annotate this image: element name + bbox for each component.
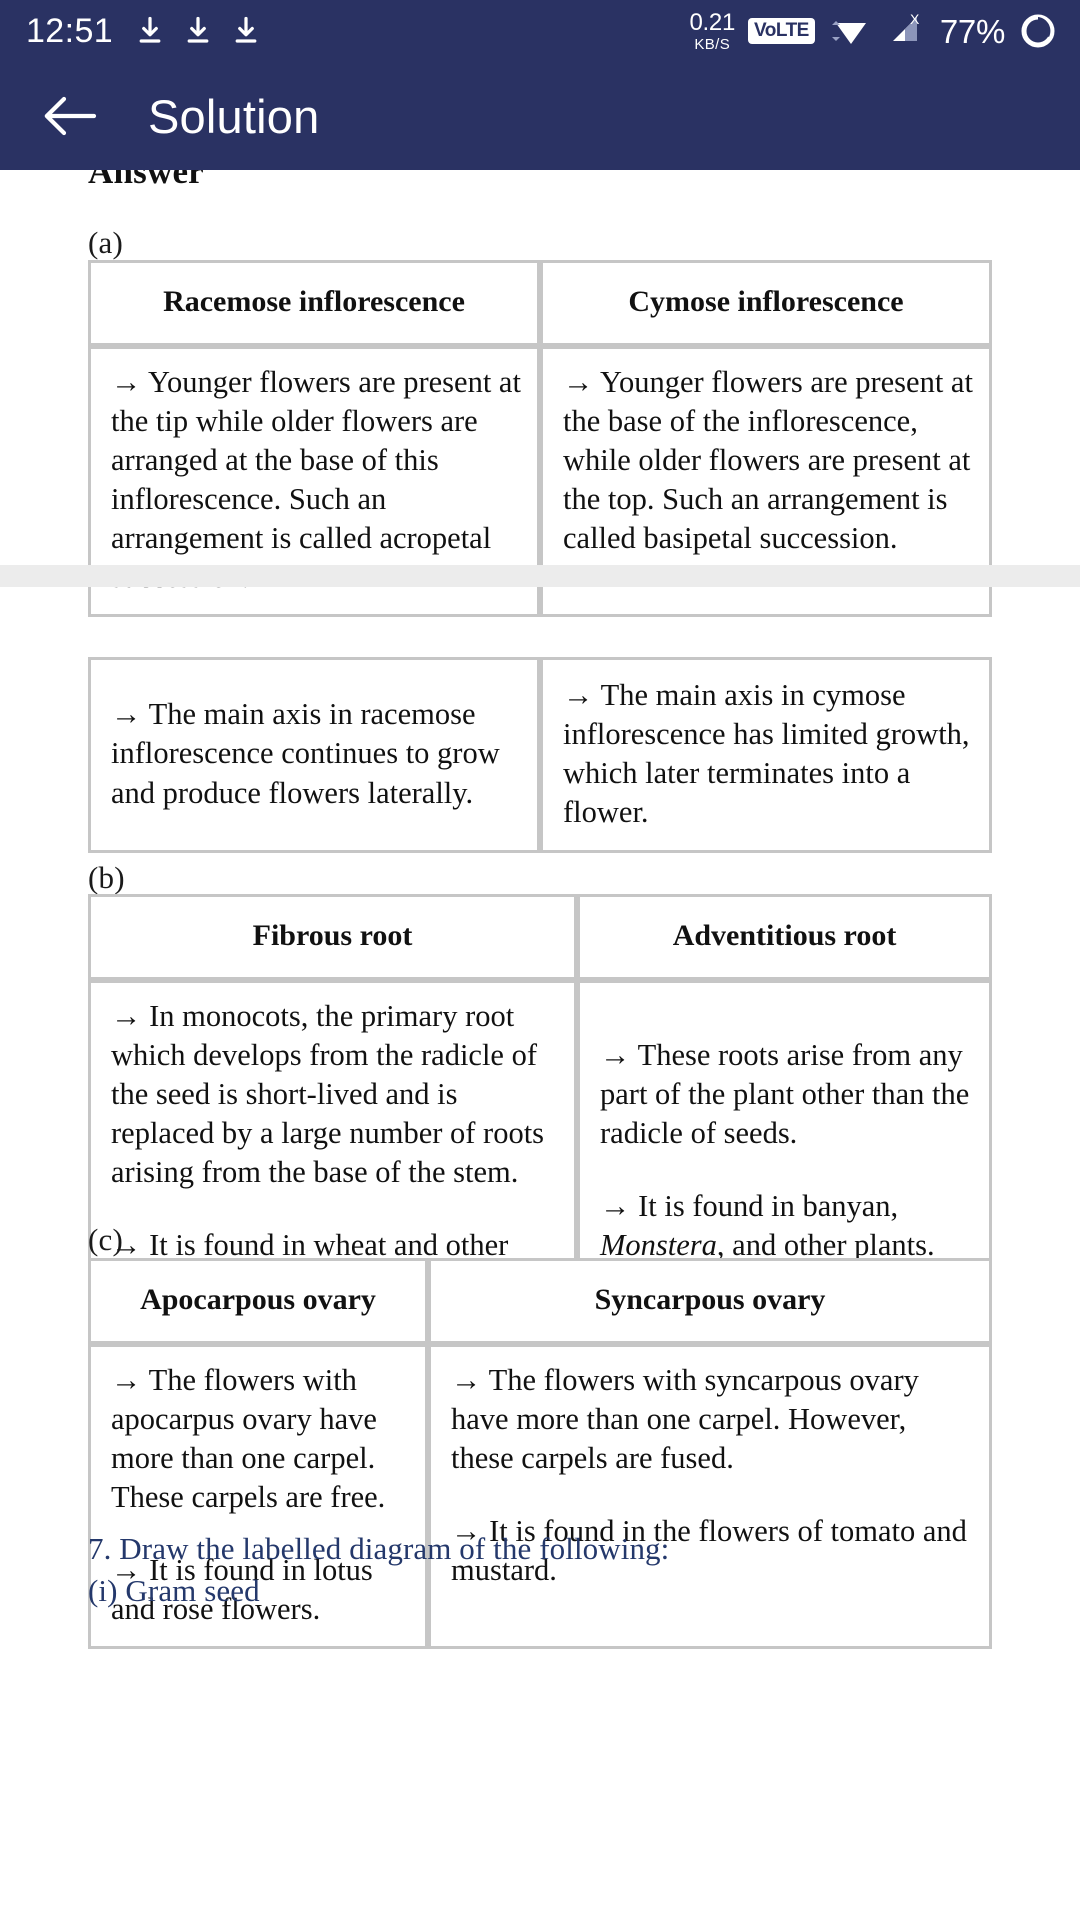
- table-header-cell: Fibrous root: [88, 894, 577, 980]
- page-title: Solution: [148, 89, 320, 143]
- back-arrow-icon[interactable]: [42, 93, 98, 139]
- answer-heading: Answer: [88, 170, 204, 191]
- table-cell: → The main axis in racemose inflorescenc…: [88, 657, 540, 853]
- table-header-cell: Adventitious root: [577, 894, 992, 980]
- network-speed-indicator: 0.21 KB/S: [689, 8, 735, 53]
- table-row: Racemose inflorescence Cymose infloresce…: [88, 260, 992, 346]
- next-question-block[interactable]: 7. Draw the labelled diagram of the foll…: [88, 1528, 669, 1612]
- app-bar: Solution: [0, 62, 1080, 170]
- signal-no-sim-icon: X: [892, 11, 920, 41]
- download-icons-group: [135, 14, 261, 48]
- cell-paragraph: → The flowers with syncarpous ovary have…: [451, 1362, 919, 1475]
- status-bar: 12:51 0.21 KB/S VoLTE X 77%: [0, 0, 1080, 62]
- wifi-icon: [831, 21, 866, 44]
- section-label-b: (b): [88, 860, 125, 895]
- table-header-cell: Racemose inflorescence: [88, 260, 540, 346]
- table-row: Fibrous root Adventitious root: [88, 894, 992, 980]
- cell-paragraph: → It is found in banyan, Monstera, and o…: [600, 1187, 973, 1265]
- next-question-text: 7. Draw the labelled diagram of the foll…: [88, 1531, 670, 1566]
- svg-text:X: X: [910, 11, 920, 27]
- battery-charging-icon: [1021, 14, 1055, 48]
- table-cell: → The main axis in cymose inflorescence …: [540, 657, 992, 853]
- cell-paragraph: → The flowers with apocarpus ovary have …: [111, 1362, 386, 1515]
- table-header-cell: Cymose inflorescence: [540, 260, 992, 346]
- download-icon: [139, 16, 161, 43]
- cell-text-a: → It is found in banyan,: [600, 1189, 899, 1224]
- comparison-table-a-continued: → The main axis in racemose inflorescenc…: [88, 657, 992, 853]
- table-header-cell: Apocarpous ovary: [88, 1258, 428, 1344]
- status-right-group: 0.21 KB/S VoLTE X 77%: [689, 8, 1058, 53]
- status-clock: 12:51: [26, 12, 114, 50]
- page-divider-band: [0, 565, 1080, 587]
- volte-badge: VoLTE: [748, 18, 815, 44]
- section-label-a: (a): [88, 225, 124, 260]
- battery-percent-label: 77%: [939, 12, 1005, 50]
- download-icon: [187, 16, 209, 43]
- network-speed-value: 0.21: [689, 8, 735, 36]
- comparison-table-a: Racemose inflorescence Cymose infloresce…: [88, 260, 992, 617]
- network-speed-unit: KB/S: [694, 35, 731, 53]
- solution-document[interactable]: Answer (a) Racemose inflorescence Cymose…: [0, 170, 1080, 1920]
- cell-paragraph: → In monocots, the primary root which de…: [111, 998, 545, 1190]
- next-question-subitem: (i) Gram seed: [88, 1573, 260, 1609]
- table-header-cell: Syncarpous ovary: [428, 1258, 992, 1344]
- section-label-c: (c): [88, 1222, 124, 1257]
- cell-paragraph: → These roots arise from any part of the…: [600, 1037, 970, 1151]
- table-row: Apocarpous ovary Syncarpous ovary: [88, 1258, 992, 1344]
- download-icon: [235, 16, 257, 43]
- table-row: → The main axis in racemose inflorescenc…: [88, 657, 992, 853]
